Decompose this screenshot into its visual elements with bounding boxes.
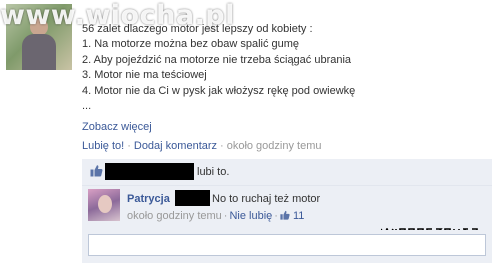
like-link[interactable]: Lubię to! — [82, 140, 124, 152]
comment-input-area — [82, 230, 492, 263]
commenter-avatar[interactable] — [88, 189, 120, 221]
separator-dot: · — [274, 210, 278, 222]
avatar-body-shape — [22, 34, 56, 70]
comment-meta: około godziny temu · Nie lubię · 11 — [127, 210, 304, 222]
post-line: 2. Aby pojeździć na motorze nie trzeba ś… — [82, 53, 352, 66]
likes-text: lubi to. — [197, 166, 230, 178]
post-line-ellipsis: ... — [82, 100, 92, 113]
comment-text: No to ruchaj też motor — [212, 193, 321, 205]
comment-author[interactable]: Patrycja — [127, 193, 170, 205]
post-timestamp[interactable]: około godziny temu — [227, 140, 322, 152]
post-actions: Lubię to! · Dodaj komentarz · około godziny … — [82, 140, 321, 152]
comment-timestamp[interactable]: około godziny temu — [127, 210, 222, 222]
post-line: 4. Motor nie da Ci w pysk jak włożysz rę… — [82, 84, 356, 97]
post-line: 1. Na motorze można bez obaw spalić gumę — [82, 38, 300, 51]
see-more-link[interactable]: Zobacz więcej — [82, 121, 152, 133]
avatar-face-shape — [98, 195, 112, 213]
separator-dot: · — [127, 140, 131, 152]
thumbs-up-icon — [90, 165, 103, 177]
separator-dot: · — [220, 140, 224, 152]
comment-like-count[interactable]: 11 — [293, 210, 304, 222]
post-line: 3. Motor nie ma teściowej — [82, 69, 207, 82]
likes-bar: lubi to. — [82, 159, 492, 186]
comment-item: Patrycja No to ruchaj też motor około go… — [82, 186, 492, 230]
post-title: 56 zalet dlaczego motor jest lepszy od k… — [82, 23, 313, 35]
redacted-surname — [175, 190, 210, 206]
redacted-name — [105, 163, 194, 180]
unlike-link[interactable]: Nie lubię — [229, 210, 272, 222]
comment-input[interactable] — [88, 234, 486, 256]
thumbs-up-icon — [280, 210, 290, 220]
post-body: 56 zalet dlaczego motor jest lepszy od k… — [82, 22, 492, 114]
add-comment-link[interactable]: Dodaj komentarz — [134, 140, 217, 152]
